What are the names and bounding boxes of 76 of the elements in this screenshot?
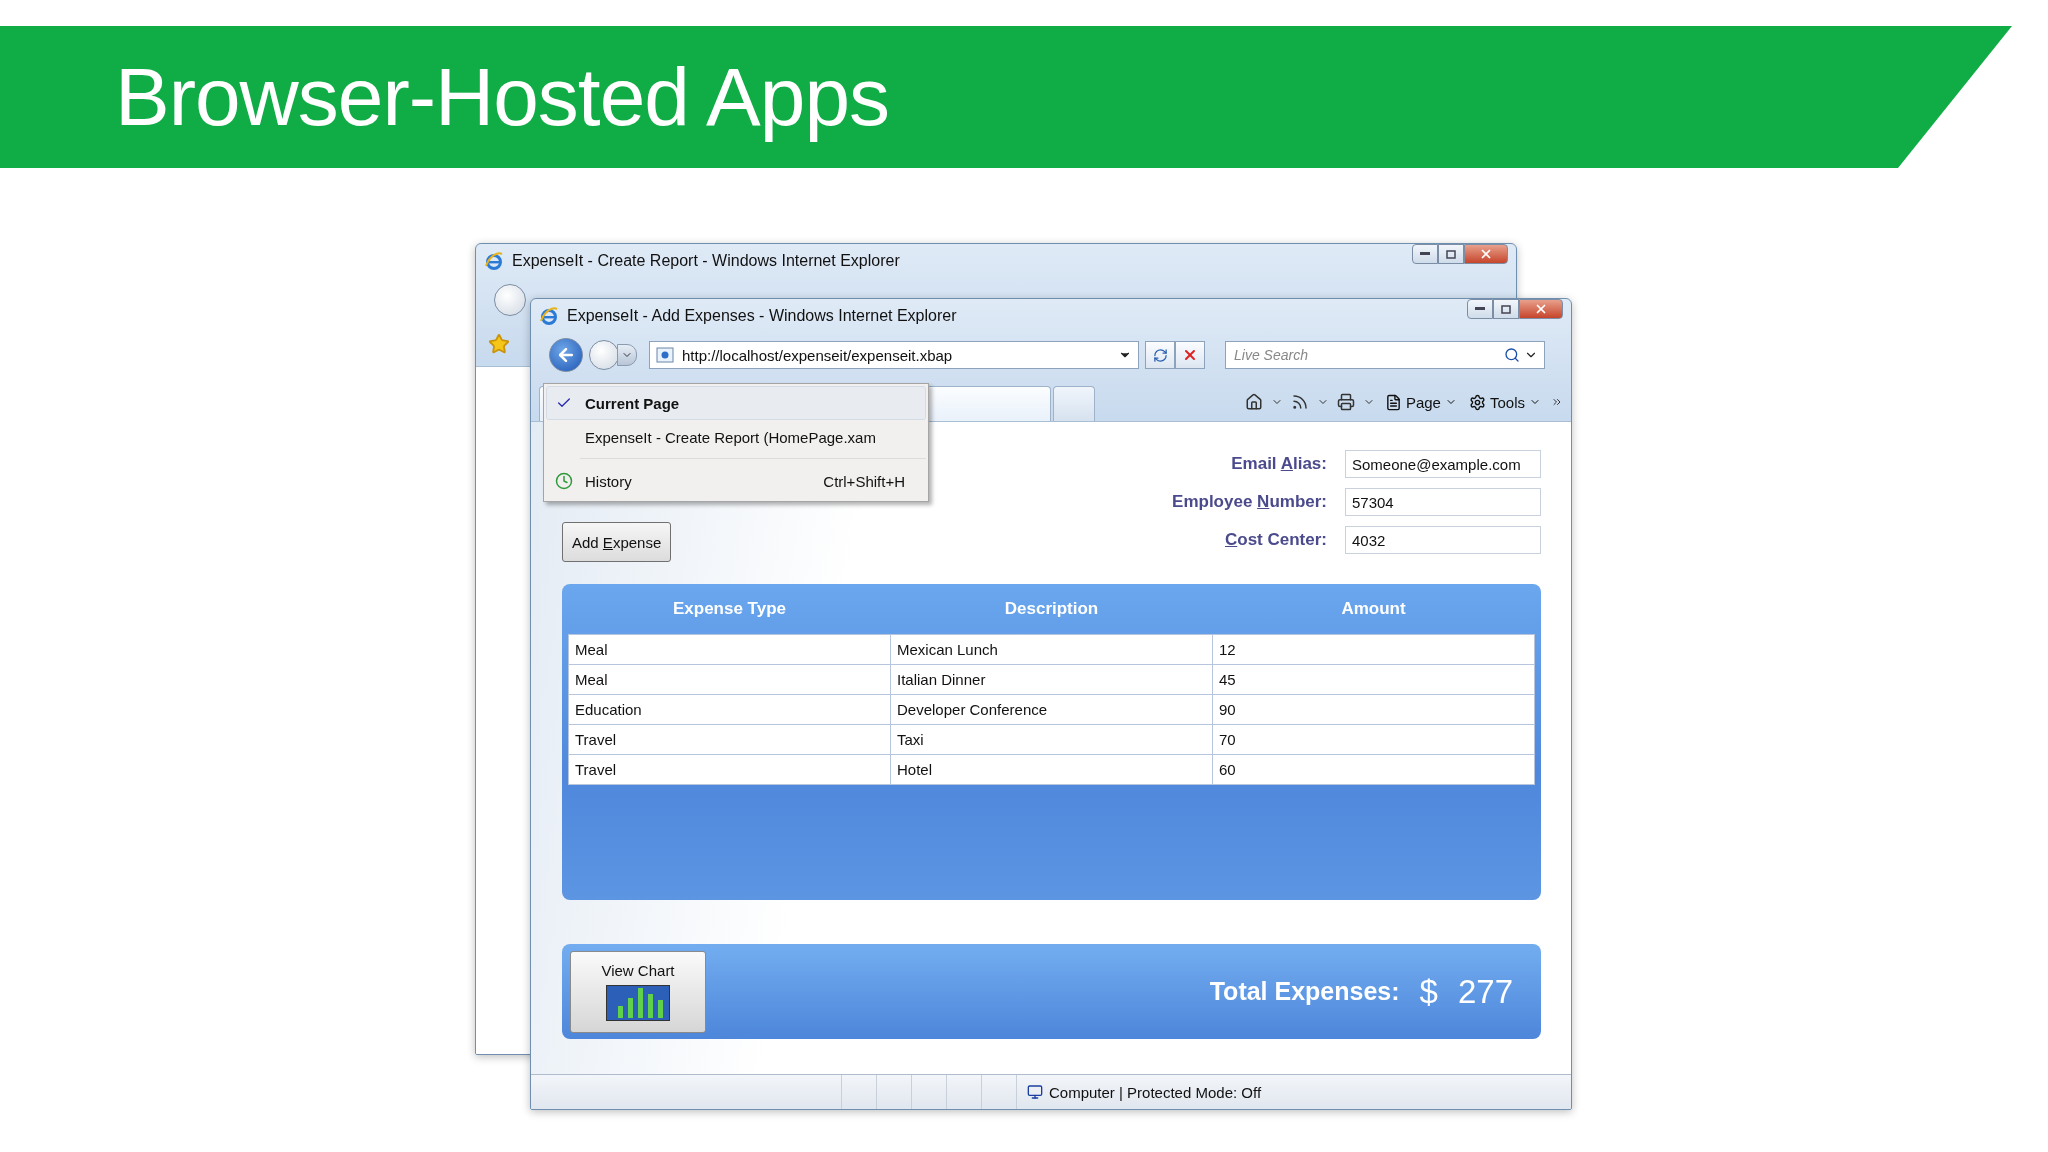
maximize-icon bbox=[1446, 249, 1456, 259]
back-button[interactable] bbox=[494, 284, 526, 316]
table-cell: Education bbox=[568, 694, 891, 725]
table-cell: 12 bbox=[1212, 634, 1535, 665]
page-icon bbox=[1384, 393, 1402, 411]
table-cell: Meal bbox=[568, 664, 891, 695]
column-header: Description bbox=[890, 584, 1213, 635]
view-chart-button[interactable]: View Chart bbox=[570, 950, 706, 1033]
clock-icon bbox=[555, 472, 573, 490]
browser-logo-icon bbox=[484, 251, 504, 271]
minimize-button[interactable] bbox=[1467, 299, 1493, 319]
back-arrow-icon bbox=[556, 345, 576, 365]
input-field[interactable]: 4032 bbox=[1345, 526, 1541, 554]
close-button[interactable] bbox=[1464, 244, 1508, 264]
tools-menu-button[interactable]: Tools bbox=[1466, 393, 1543, 411]
minimize-icon bbox=[1420, 252, 1430, 256]
gear-icon bbox=[1468, 393, 1486, 411]
table-cell: 90 bbox=[1212, 694, 1535, 725]
close-icon bbox=[1534, 302, 1548, 316]
field-label: Cost Center: bbox=[1224, 530, 1327, 550]
table-cell: 45 bbox=[1212, 664, 1535, 695]
print-icon[interactable] bbox=[1336, 393, 1355, 411]
field-label: Employee Number: bbox=[1172, 492, 1327, 512]
refresh-icon bbox=[1152, 347, 1168, 363]
close-icon bbox=[1182, 347, 1198, 363]
more-chevron-icon[interactable] bbox=[1551, 396, 1563, 408]
table-cell: Taxi bbox=[890, 724, 1213, 755]
menu-item[interactable]: ExpenseIt - Create Report (HomePage.xam bbox=[546, 420, 926, 454]
menu-item[interactable]: Current Page bbox=[546, 386, 926, 420]
page-icon bbox=[656, 347, 674, 363]
search-icon[interactable] bbox=[1504, 347, 1520, 363]
minimize-button[interactable] bbox=[1412, 244, 1438, 264]
table-cell: 60 bbox=[1212, 754, 1535, 785]
refresh-button[interactable] bbox=[1145, 341, 1175, 369]
address-field[interactable]: http://localhost/expenseit/expenseit.xbap bbox=[649, 341, 1139, 369]
table-cell: Developer Conference bbox=[890, 694, 1213, 725]
forward-button[interactable] bbox=[589, 340, 619, 370]
total-label: Total Expenses: bbox=[1209, 977, 1400, 1006]
maximize-button[interactable] bbox=[1438, 244, 1464, 264]
address-text: http://localhost/expenseit/expenseit.xbap bbox=[682, 346, 954, 364]
table-cell: Travel bbox=[568, 724, 891, 755]
window-title: ExpenseIt - Add Expenses - Windows Internet Explorer bbox=[567, 307, 958, 325]
close-icon bbox=[1479, 247, 1493, 261]
table-cell: 70 bbox=[1212, 724, 1535, 755]
add-expense-button[interactable]: Add Expense bbox=[562, 522, 672, 562]
status-text: Computer | Protected Mode: Off bbox=[1017, 1083, 1272, 1101]
table-cell: Mexican Lunch bbox=[890, 634, 1213, 665]
browser-logo-icon bbox=[539, 306, 559, 326]
currency-symbol: $ bbox=[1419, 972, 1438, 1011]
stop-button[interactable] bbox=[1175, 341, 1205, 369]
computer-icon bbox=[1027, 1084, 1043, 1100]
favorites-star-icon[interactable] bbox=[488, 333, 510, 355]
maximize-button[interactable] bbox=[1493, 299, 1519, 319]
menu-item[interactable]: History Ctrl+Shift+H bbox=[546, 463, 926, 499]
bar-chart-icon bbox=[606, 985, 670, 1021]
back-button[interactable] bbox=[549, 338, 583, 372]
slide-title: Browser-Hosted Apps bbox=[115, 50, 889, 144]
feed-icon[interactable] bbox=[1290, 393, 1309, 411]
column-header: Amount bbox=[1212, 584, 1535, 635]
search-field[interactable]: Live Search bbox=[1225, 341, 1545, 369]
table-cell: Travel bbox=[568, 754, 891, 785]
column-header: Expense Type bbox=[568, 584, 891, 635]
table-cell: Italian Dinner bbox=[890, 664, 1213, 695]
table-cell: Meal bbox=[568, 634, 891, 665]
minimize-icon bbox=[1475, 307, 1485, 311]
table-cell: Hotel bbox=[890, 754, 1213, 785]
field-label: Email Alias: bbox=[1230, 454, 1327, 474]
page-menu-button[interactable]: Page bbox=[1382, 393, 1459, 411]
input-field[interactable]: 57304 bbox=[1345, 488, 1541, 516]
window-title: ExpenseIt - Create Report - Windows Internet Explorer bbox=[512, 252, 901, 270]
history-dropdown-button[interactable] bbox=[617, 344, 637, 366]
close-button[interactable] bbox=[1519, 299, 1563, 319]
maximize-icon bbox=[1501, 304, 1511, 314]
input-field[interactable]: Someone@example.com bbox=[1345, 450, 1541, 478]
home-icon[interactable] bbox=[1244, 393, 1263, 411]
total-value: 277 bbox=[1457, 972, 1513, 1011]
